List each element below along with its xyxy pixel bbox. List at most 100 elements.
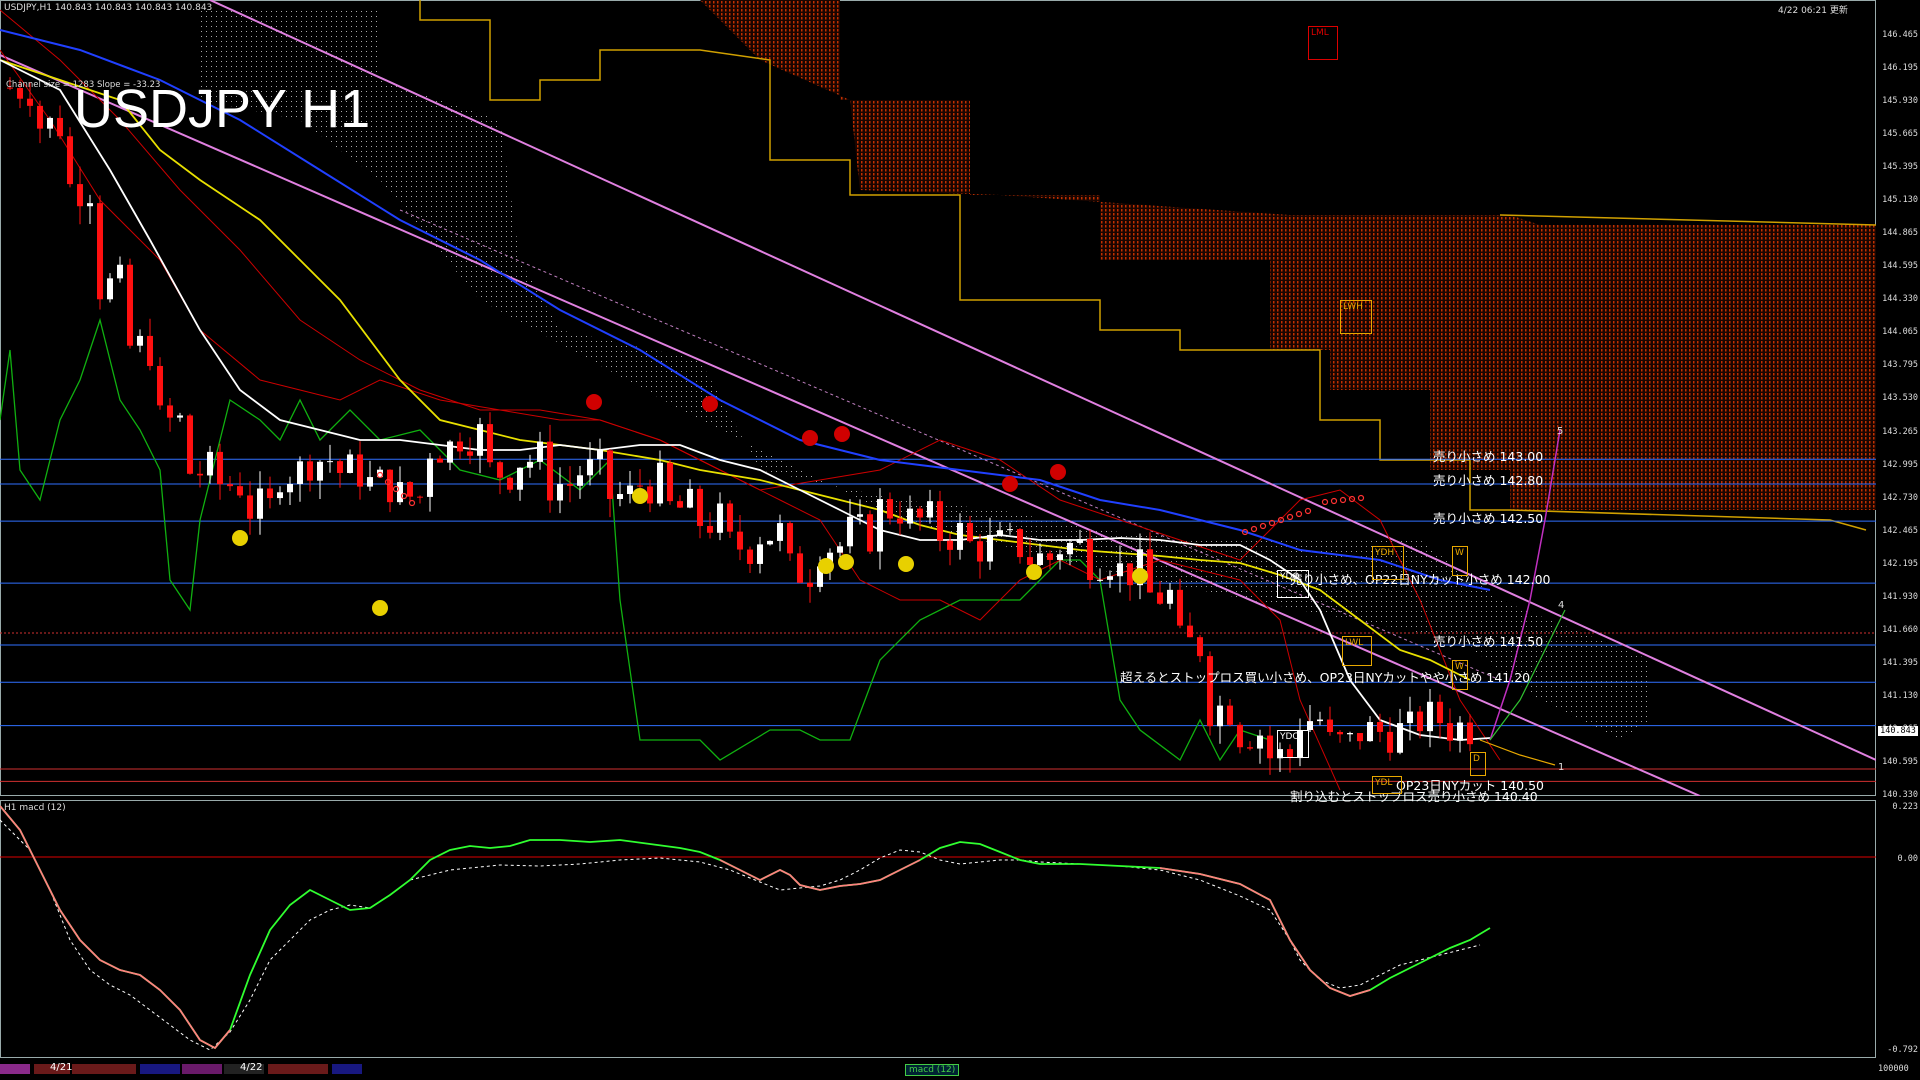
indicator-tab[interactable]: macd (12) bbox=[905, 1064, 960, 1076]
candle-body bbox=[1257, 735, 1263, 749]
price-axis-tick: 140.330 bbox=[1882, 790, 1918, 800]
candle-body bbox=[997, 530, 1003, 535]
sar-dot bbox=[408, 499, 416, 507]
candle-body bbox=[1127, 563, 1133, 586]
macd-down-segment bbox=[0, 805, 231, 1050]
sar-dot bbox=[1250, 525, 1258, 533]
price-axis-tick: 144.865 bbox=[1882, 228, 1918, 239]
candle-body bbox=[187, 415, 193, 474]
candle-body bbox=[347, 454, 353, 473]
candle-body bbox=[267, 488, 273, 499]
candle-body bbox=[1327, 719, 1333, 733]
candle-body bbox=[517, 467, 523, 490]
candle-body bbox=[197, 473, 203, 476]
sar-dot bbox=[1321, 498, 1329, 506]
macd-main-line bbox=[0, 805, 1491, 1050]
macd-title: H1 macd (12) bbox=[4, 803, 66, 813]
candle-body bbox=[167, 405, 173, 418]
wave-label-1: 1 bbox=[1558, 762, 1565, 773]
price-axis-tick: 142.465 bbox=[1882, 525, 1918, 536]
ydl-box: YDL bbox=[1372, 776, 1402, 794]
candle-body bbox=[787, 523, 793, 554]
candle-body bbox=[117, 264, 123, 279]
candle-body bbox=[297, 461, 303, 484]
candle-body bbox=[137, 335, 143, 346]
candle-body bbox=[607, 450, 613, 499]
candle-body bbox=[487, 424, 493, 463]
fractal-up-marker bbox=[818, 558, 834, 574]
price-axis-tick: 145.395 bbox=[1882, 162, 1918, 173]
candle-body bbox=[337, 461, 343, 473]
candle-body bbox=[1447, 723, 1453, 741]
fractal-down-marker bbox=[586, 394, 602, 410]
candle-body bbox=[577, 475, 583, 486]
price-axis-tick: 145.130 bbox=[1882, 195, 1918, 206]
candle-body bbox=[127, 264, 133, 346]
sar-dot bbox=[1286, 513, 1294, 521]
candle-body bbox=[1267, 735, 1273, 759]
candle-body bbox=[217, 451, 223, 485]
candle-body bbox=[1107, 576, 1113, 580]
macd-down-segment bbox=[1159, 867, 1371, 997]
daily-box: D bbox=[1470, 752, 1486, 776]
fractal-up-marker bbox=[898, 556, 914, 572]
candle-body bbox=[867, 514, 873, 552]
candle-body bbox=[857, 514, 863, 517]
candle-body bbox=[757, 544, 763, 564]
candle-body bbox=[157, 365, 163, 406]
candle-body bbox=[1167, 589, 1173, 604]
fractal-down-marker bbox=[1050, 464, 1066, 480]
update-timestamp: 4/22 06:21 更新 bbox=[1778, 6, 1848, 16]
candle-body bbox=[357, 454, 363, 487]
candle-body bbox=[717, 503, 723, 533]
candle-body bbox=[747, 549, 753, 564]
candle-body bbox=[247, 495, 253, 519]
candle-body bbox=[97, 203, 103, 300]
macd-signal-line bbox=[0, 819, 1481, 1051]
candle-body bbox=[917, 508, 923, 518]
candle-body bbox=[1247, 747, 1253, 749]
candle-body bbox=[877, 499, 883, 552]
sar-dot bbox=[1357, 494, 1365, 502]
candle-body bbox=[627, 485, 633, 495]
candle-body bbox=[1307, 721, 1313, 730]
candle-body bbox=[887, 499, 893, 519]
candle-body bbox=[697, 488, 703, 526]
ydh-box: YDH bbox=[1372, 546, 1404, 580]
level-label-140-40: 割り込むとストップロス売り小さめ 140.40 bbox=[1290, 789, 1538, 804]
price-axis-tick: 141.930 bbox=[1882, 591, 1918, 602]
price-axis-tick: 141.395 bbox=[1882, 657, 1918, 668]
candle-body bbox=[617, 494, 623, 499]
candle-body bbox=[657, 462, 663, 504]
wave-label-4: 4 bbox=[1558, 600, 1565, 611]
price-axis-tick: 141.660 bbox=[1882, 624, 1918, 635]
candle-body bbox=[277, 492, 283, 499]
sar-dot bbox=[1295, 510, 1303, 518]
candle-body bbox=[207, 451, 213, 476]
candle-body bbox=[427, 458, 433, 497]
level-label-141-20: 超えるとストップロス買い小さめ、OP23日NYカットやや小さめ 141.20 bbox=[1120, 670, 1531, 685]
candle-body bbox=[327, 461, 333, 463]
price-axis-tick: 142.195 bbox=[1882, 558, 1918, 569]
candle-body bbox=[1467, 722, 1473, 745]
level-label-142-80: 売り小さめ 142.80 bbox=[1433, 473, 1544, 488]
candle-body bbox=[1357, 733, 1363, 742]
candle-body bbox=[437, 458, 443, 463]
candle-body bbox=[1097, 579, 1103, 581]
candle-body bbox=[457, 441, 463, 452]
candle-body bbox=[467, 451, 473, 456]
candle-body bbox=[1047, 553, 1053, 560]
candle-body bbox=[1217, 705, 1223, 727]
ma-white bbox=[0, 59, 1491, 741]
candle-body bbox=[57, 117, 63, 137]
candle-body bbox=[27, 98, 33, 106]
price-axis-tick: 143.795 bbox=[1882, 360, 1918, 371]
candle-body bbox=[447, 441, 453, 463]
date-label-4-21: 4/21 bbox=[50, 1062, 73, 1073]
candle-body bbox=[67, 136, 73, 185]
fractal-up-marker bbox=[632, 488, 648, 504]
candle-body bbox=[307, 461, 313, 481]
candle-body bbox=[47, 117, 53, 129]
candle-body bbox=[637, 485, 643, 487]
candle-body bbox=[1007, 529, 1013, 531]
